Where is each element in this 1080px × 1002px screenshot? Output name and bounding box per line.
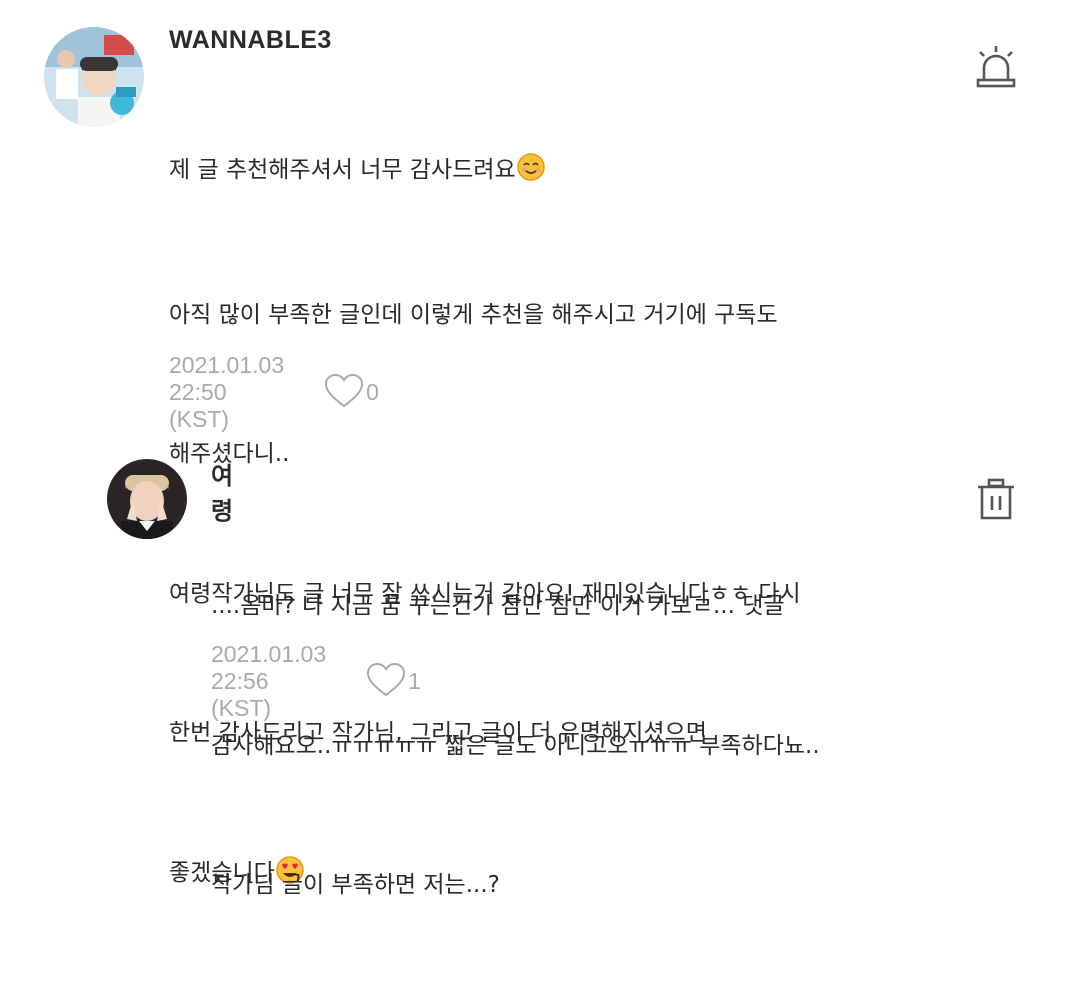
comment-meta: 2021.01.03 22:50 (KST) 0 bbox=[169, 352, 379, 433]
avatar[interactable] bbox=[107, 459, 187, 539]
trash-icon[interactable] bbox=[976, 478, 1016, 526]
comment-line: 감사해요오..ㅠㅠㅠㅠㅠ 짧은 글도 아니고오ㅠㅠㅠ 부족하다뇨.. bbox=[211, 732, 820, 759]
comment-line: 작가님 글이 부족하면 저는...? bbox=[211, 872, 500, 898]
comment-meta: 2021.01.03 22:56 (KST) 1 bbox=[211, 641, 421, 722]
timestamp: 2021.01.03 22:56 (KST) bbox=[211, 641, 327, 721]
smiling-face-emoji bbox=[516, 152, 546, 199]
comment-line: 제 글 추천해주셔서 너무 감사드려요 bbox=[169, 147, 889, 199]
comment-line: 아직 많이 부족한 글인데 이렇게 추천을 해주시고 거기에 구독도 bbox=[169, 301, 778, 328]
like-button[interactable]: 1 bbox=[366, 662, 421, 702]
comment-author[interactable]: WANNABLE3 bbox=[169, 26, 332, 55]
avatar[interactable] bbox=[44, 27, 144, 127]
like-button[interactable]: 0 bbox=[324, 373, 379, 413]
like-count: 1 bbox=[408, 668, 421, 694]
timestamp: 2021.01.03 22:50 (KST) bbox=[169, 352, 285, 432]
like-count: 0 bbox=[366, 379, 379, 405]
heart-icon bbox=[366, 662, 406, 702]
comment-line: 해주셨다니.. bbox=[169, 441, 290, 467]
comment-body: ....옴마? 나 지금 꿈 꾸는건가 잠만 잠만 이거 가보ㄹ... 댓글 감… bbox=[211, 490, 931, 1002]
comment-line: ....옴마? 나 지금 꿈 꾸는건가 잠만 잠만 이거 가보ㄹ... 댓글 bbox=[211, 593, 785, 619]
report-siren-icon[interactable] bbox=[974, 44, 1018, 94]
heart-icon bbox=[324, 373, 364, 413]
